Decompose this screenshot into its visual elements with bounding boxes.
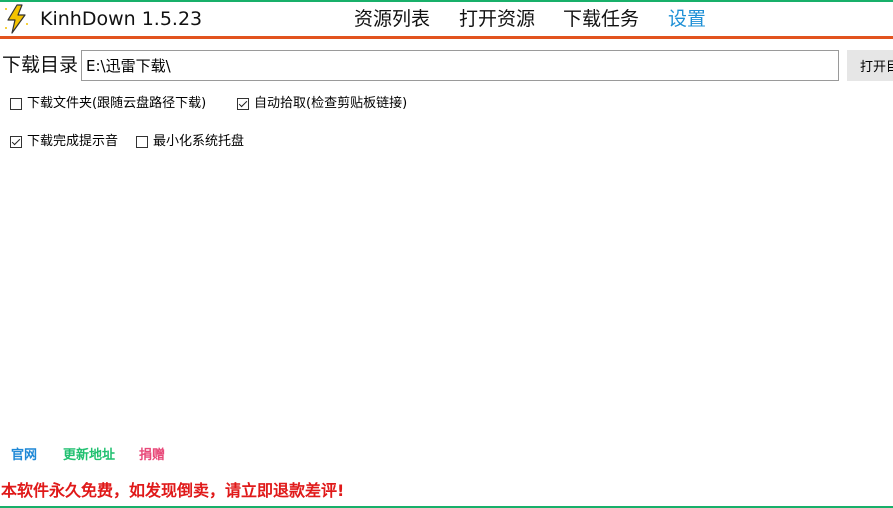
checkbox-auto-pick-box[interactable]: [237, 98, 249, 110]
free-software-notice: 本软件永久免费，如发现倒卖，请立即退款差评!: [1, 481, 345, 500]
tab-resource-list[interactable]: 资源列表: [354, 8, 430, 30]
tab-download-tasks[interactable]: 下载任务: [563, 8, 639, 30]
checkbox-download-folder-label: 下载文件夹(跟随云盘路径下载): [27, 96, 207, 111]
checkbox-minimize-tray-label: 最小化系统托盘: [153, 134, 245, 149]
tab-settings[interactable]: 设置: [668, 8, 706, 30]
tab-open-resource[interactable]: 打开资源: [459, 8, 535, 30]
checkbox-download-folder-box[interactable]: [10, 98, 22, 110]
checkbox-auto-pick[interactable]: 自动拾取(检查剪贴板链接): [237, 96, 407, 112]
open-dir-button[interactable]: 打开目录: [847, 50, 893, 81]
checkbox-auto-pick-label: 自动拾取(检查剪贴板链接): [254, 96, 408, 111]
checkbox-complete-sound-box[interactable]: [10, 136, 22, 148]
download-dir-input[interactable]: [81, 50, 839, 81]
checkbox-download-folder[interactable]: 下载文件夹(跟随云盘路径下载): [10, 96, 206, 112]
download-dir-label: 下载目录: [2, 54, 79, 76]
app-title: KinhDown 1.5.23: [40, 8, 203, 30]
checkbox-complete-sound[interactable]: 下载完成提示音: [10, 134, 118, 150]
title-bar: KinhDown 1.5.23 资源列表 打开资源 下载任务 设置: [0, 2, 893, 36]
link-update-address[interactable]: 更新地址: [63, 448, 115, 464]
header-divider: [0, 36, 893, 39]
link-donate[interactable]: 捐赠: [139, 448, 165, 464]
link-official-site[interactable]: 官网: [11, 448, 37, 464]
checkbox-minimize-tray-box[interactable]: [136, 136, 148, 148]
checkbox-complete-sound-label: 下载完成提示音: [27, 134, 119, 149]
checkbox-minimize-tray[interactable]: 最小化系统托盘: [136, 134, 244, 150]
lightning-bolt-icon: [4, 4, 30, 34]
